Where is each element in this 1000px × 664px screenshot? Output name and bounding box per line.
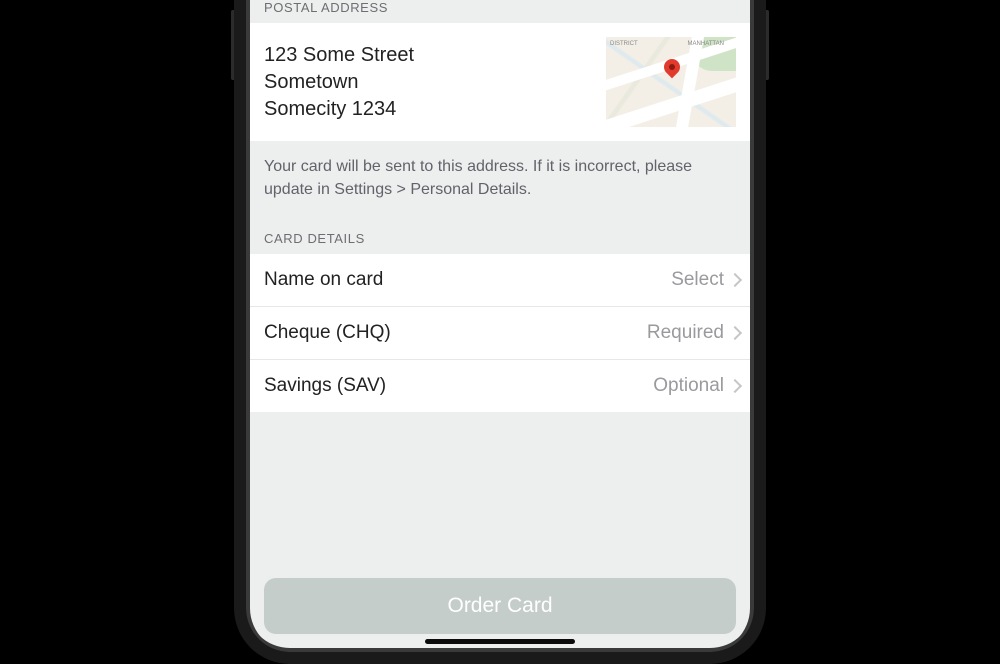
row-value: Optional [653,375,724,397]
address-lines: 123 Some Street Sometown Somecity 1234 [264,42,590,123]
section-header-card-details: CARD DETAILS [246,225,754,254]
row-name-on-card[interactable]: Name on card Select [246,254,754,307]
row-value: Required [647,322,724,344]
row-label: Name on card [264,269,671,291]
chevron-right-icon [728,326,742,340]
side-button-left [231,10,234,80]
screen: POSTAL ADDRESS 123 Some Street Sometown … [246,0,754,652]
chevron-right-icon [728,379,742,393]
order-card-button[interactable]: Order Card [264,578,736,634]
row-label: Cheque (CHQ) [264,322,647,344]
address-note: Your card will be sent to this address. … [246,141,754,225]
section-header-postal: POSTAL ADDRESS [246,0,754,23]
side-button-right [766,10,769,80]
row-value: Select [671,269,724,291]
row-cheque[interactable]: Cheque (CHQ) Required [246,307,754,360]
row-label: Savings (SAV) [264,375,653,397]
content-scroll[interactable]: POSTAL ADDRESS 123 Some Street Sometown … [246,0,754,566]
map-thumbnail[interactable]: DISTRICT MANHATTAN [606,37,736,127]
address-line-3: Somecity 1234 [264,96,590,123]
row-savings[interactable]: Savings (SAV) Optional [246,360,754,412]
address-card[interactable]: 123 Some Street Sometown Somecity 1234 D… [246,23,754,141]
phone-frame: POSTAL ADDRESS 123 Some Street Sometown … [234,0,766,664]
address-line-1: 123 Some Street [264,42,590,69]
address-line-2: Sometown [264,69,590,96]
home-indicator[interactable] [425,639,575,644]
chevron-right-icon [728,273,742,287]
